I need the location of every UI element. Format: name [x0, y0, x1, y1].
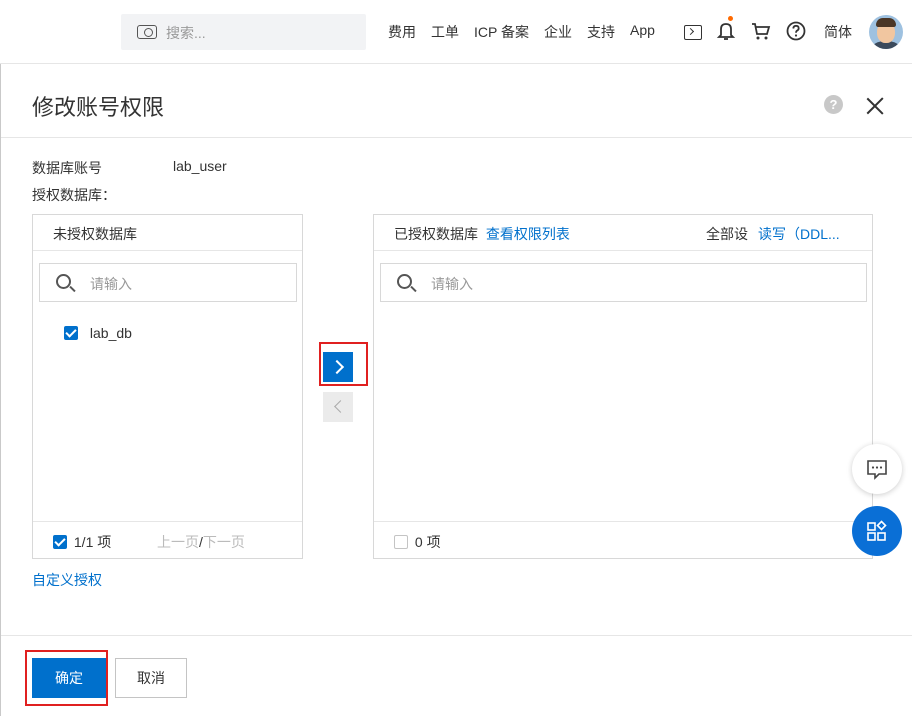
- view-permissions-link[interactable]: 查看权限列表: [486, 226, 570, 242]
- panel-title: 已授权数据库: [394, 226, 478, 242]
- bell-icon[interactable]: [715, 16, 737, 42]
- panel-footer: 1/1 项 上一页/下一页: [33, 521, 302, 558]
- nav-link-fees[interactable]: 费用: [388, 22, 416, 42]
- list-item[interactable]: lab_db: [64, 324, 132, 341]
- authorized-db-panel: 已授权数据库 查看权限列表 全部设 读写（DDL... 请输入 0 项: [373, 214, 873, 559]
- set-all-dropdown[interactable]: 读写（DDL...: [758, 224, 840, 244]
- checkbox-checked[interactable]: [64, 326, 78, 341]
- panel-footer: 0 项: [374, 521, 872, 558]
- dialog-title: 修改账号权限: [32, 95, 165, 120]
- custom-authorization-link[interactable]: 自定义授权: [32, 570, 102, 590]
- search-placeholder: 请输入: [431, 276, 473, 292]
- checkbox-unchecked[interactable]: [394, 535, 408, 549]
- panel-title: 未授权数据库: [53, 226, 137, 242]
- chat-icon: [867, 460, 887, 480]
- db-name: lab_db: [89, 325, 132, 342]
- nav-link-tickets[interactable]: 工单: [431, 22, 459, 42]
- modify-permissions-dialog: 修改账号权限 ? 数据库账号 lab_user 授权数据库： 未授权数据库 请输…: [0, 64, 912, 716]
- avatar[interactable]: [869, 15, 903, 49]
- search-icon: [56, 274, 71, 289]
- set-all-label: 全部设: [706, 226, 748, 242]
- search-placeholder: 请输入: [90, 276, 132, 292]
- top-nav-links: 费用 工单 ICP 备案 企业 支持 App: [388, 22, 670, 42]
- search-icon: [137, 25, 157, 39]
- panel-header: 已授权数据库 查看权限列表 全部设 读写（DDL...: [374, 215, 872, 251]
- language-switch[interactable]: 简体: [824, 22, 852, 42]
- chat-float-button[interactable]: [852, 444, 902, 494]
- panel-header: 未授权数据库: [33, 215, 302, 251]
- nav-link-support[interactable]: 支持: [587, 22, 615, 42]
- search-placeholder: 搜索...: [166, 25, 206, 41]
- confirm-button[interactable]: 确定: [32, 658, 106, 698]
- checkbox-checked[interactable]: [53, 535, 67, 549]
- account-value: lab_user: [173, 158, 227, 174]
- notification-dot: [728, 16, 733, 21]
- top-navbar: 搜索... 费用 工单 ICP 备案 企业 支持 App 简体: [0, 0, 912, 64]
- help-circle-icon[interactable]: ?: [824, 95, 843, 114]
- help-icon[interactable]: [785, 20, 807, 42]
- global-search-input[interactable]: 搜索...: [121, 14, 366, 50]
- unauthorized-db-panel: 未授权数据库 请输入 lab_db 1/1 项 上一页/下一页: [32, 214, 303, 559]
- right-search-input[interactable]: 请输入: [380, 263, 867, 302]
- divider: [1, 635, 912, 636]
- next-page-link[interactable]: 下一页: [203, 534, 245, 550]
- item-count: 0 项: [414, 534, 441, 550]
- search-icon: [397, 274, 412, 289]
- apps-icon: [867, 520, 887, 541]
- apps-float-button[interactable]: [852, 506, 902, 556]
- nav-link-app[interactable]: App: [630, 22, 655, 42]
- terminal-icon[interactable]: [684, 25, 702, 40]
- close-icon[interactable]: [863, 94, 887, 118]
- select-all-checkbox[interactable]: 1/1 项: [53, 532, 111, 552]
- cancel-button[interactable]: 取消: [115, 658, 187, 698]
- authorize-label: 授权数据库：: [32, 187, 116, 203]
- prev-page-link[interactable]: 上一页: [157, 534, 199, 550]
- item-count: 1/1 项: [73, 534, 112, 550]
- nav-link-icp[interactable]: ICP 备案: [474, 22, 529, 42]
- divider: [1, 137, 912, 138]
- cart-icon[interactable]: [750, 20, 772, 42]
- select-all-checkbox[interactable]: 0 项: [394, 532, 441, 552]
- nav-link-enterprise[interactable]: 企业: [544, 22, 572, 42]
- move-right-button[interactable]: [323, 352, 353, 382]
- account-label: 数据库账号: [32, 160, 102, 176]
- left-search-input[interactable]: 请输入: [39, 263, 297, 302]
- move-left-button[interactable]: [323, 392, 353, 422]
